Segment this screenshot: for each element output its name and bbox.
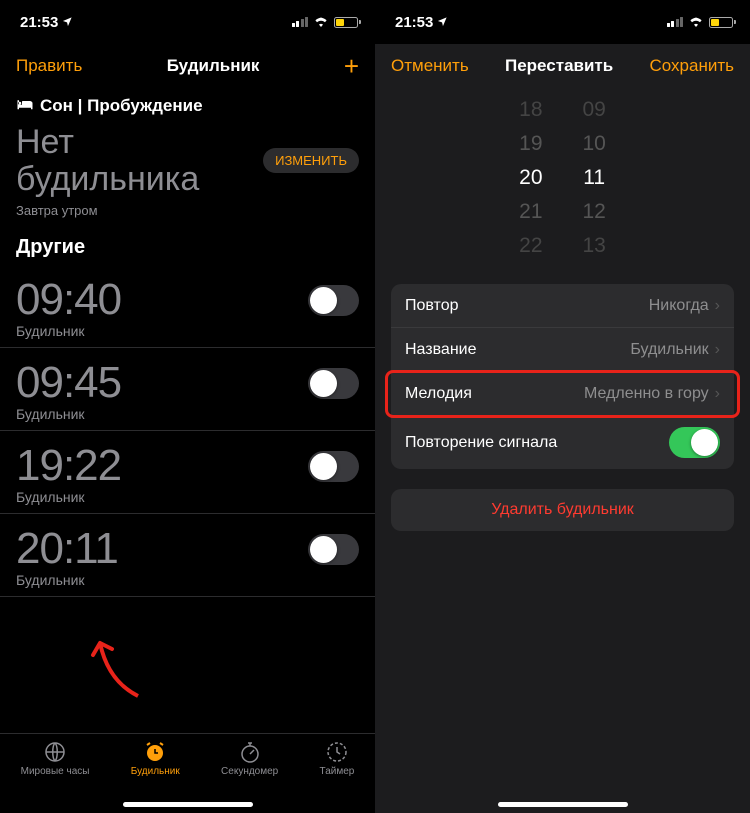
alarm-row[interactable]: 09:45 Будильник — [0, 348, 375, 431]
wifi-icon — [688, 14, 704, 31]
alarm-label: Будильник — [16, 489, 359, 505]
alarm-toggle[interactable] — [308, 368, 359, 399]
status-bar: 21:53 — [375, 0, 750, 44]
alarm-label: Будильник — [16, 572, 359, 588]
alarm-time: 09:40 — [16, 275, 121, 325]
nav-bar: Править Будильник + — [0, 44, 375, 88]
alarm-toggle[interactable] — [308, 285, 359, 316]
tab-label: Секундомер — [221, 766, 278, 777]
wifi-icon — [313, 14, 329, 31]
tab-stopwatch[interactable]: Секундомер — [221, 740, 278, 777]
sleep-header-text: Сон | Пробуждение — [40, 96, 203, 116]
tomorrow-text: Завтра утром — [0, 197, 375, 236]
modal-nav: Отменить Переставить Сохранить — [375, 44, 750, 88]
edit-button[interactable]: Править — [16, 56, 82, 76]
tab-alarm[interactable]: Будильник — [131, 740, 180, 777]
alarm-label: Будильник — [16, 406, 359, 422]
repeat-row[interactable]: Повтор Никогда› — [391, 284, 734, 328]
signal-icon — [667, 17, 684, 27]
tab-label: Будильник — [131, 766, 180, 777]
home-indicator[interactable] — [498, 802, 628, 807]
alarm-toggle[interactable] — [308, 534, 359, 565]
hour-picker-column[interactable]: 17 18 19 20 21 22 23 — [519, 88, 542, 268]
battery-icon — [334, 17, 361, 28]
alarm-label: Будильник — [16, 323, 359, 339]
edit-alarm-screen: 21:53 Отменить Переставить Сохранить 17 … — [375, 0, 750, 813]
no-alarm-text: Нет будильника — [16, 124, 199, 197]
sleep-section-header: Сон | Пробуждение — [0, 88, 375, 120]
annotation-arrow-icon — [88, 631, 148, 701]
change-sleep-button[interactable]: ИЗМЕНИТЬ — [263, 148, 359, 173]
tab-world-clock[interactable]: Мировые часы — [21, 740, 90, 777]
modal-title: Переставить — [505, 56, 613, 76]
tab-label: Таймер — [320, 766, 355, 777]
alarm-settings-group: Повтор Никогда› Название Будильник› Мело… — [391, 284, 734, 469]
sound-row[interactable]: Мелодия Медленно в гору› — [391, 372, 734, 416]
alarm-toggle[interactable] — [308, 451, 359, 482]
alarm-row[interactable]: 20:11 Будильник — [0, 514, 375, 597]
name-row[interactable]: Название Будильник› — [391, 328, 734, 372]
chevron-right-icon: › — [715, 297, 720, 315]
time-picker[interactable]: 17 18 19 20 21 22 23 08 09 10 11 12 13 1… — [375, 88, 750, 268]
tab-label: Мировые часы — [21, 766, 90, 777]
alarm-row[interactable]: 09:40 Будильник — [0, 265, 375, 348]
page-title: Будильник — [167, 56, 260, 76]
snooze-row: Повторение сигнала — [391, 416, 734, 469]
add-alarm-button[interactable]: + — [344, 51, 359, 82]
alarm-time: 09:45 — [16, 358, 121, 408]
chevron-right-icon: › — [715, 341, 720, 359]
tab-bar: Мировые часы Будильник Секундомер Таймер — [0, 733, 375, 813]
bed-icon — [16, 96, 34, 116]
location-icon — [437, 14, 448, 31]
chevron-right-icon: › — [715, 385, 720, 403]
location-icon — [62, 14, 73, 31]
alarm-row[interactable]: 19:22 Будильник — [0, 431, 375, 514]
minute-picker-column[interactable]: 08 09 10 11 12 13 14 — [583, 88, 606, 268]
tab-timer[interactable]: Таймер — [320, 740, 355, 777]
alarm-time: 20:11 — [16, 524, 118, 574]
cancel-button[interactable]: Отменить — [391, 56, 469, 76]
snooze-toggle[interactable] — [669, 427, 720, 458]
status-bar: 21:53 — [0, 0, 375, 44]
delete-alarm-button[interactable]: Удалить будильник — [391, 489, 734, 531]
alarm-time: 19:22 — [16, 441, 121, 491]
others-section-title: Другие — [0, 236, 375, 265]
save-button[interactable]: Сохранить — [650, 56, 734, 76]
alarm-list-screen: 21:53 Править Будильник + Сон | Пробужде… — [0, 0, 375, 813]
battery-icon — [709, 17, 736, 28]
status-time: 21:53 — [20, 14, 58, 31]
home-indicator[interactable] — [123, 802, 253, 807]
signal-icon — [292, 17, 309, 27]
status-time: 21:53 — [395, 14, 433, 31]
